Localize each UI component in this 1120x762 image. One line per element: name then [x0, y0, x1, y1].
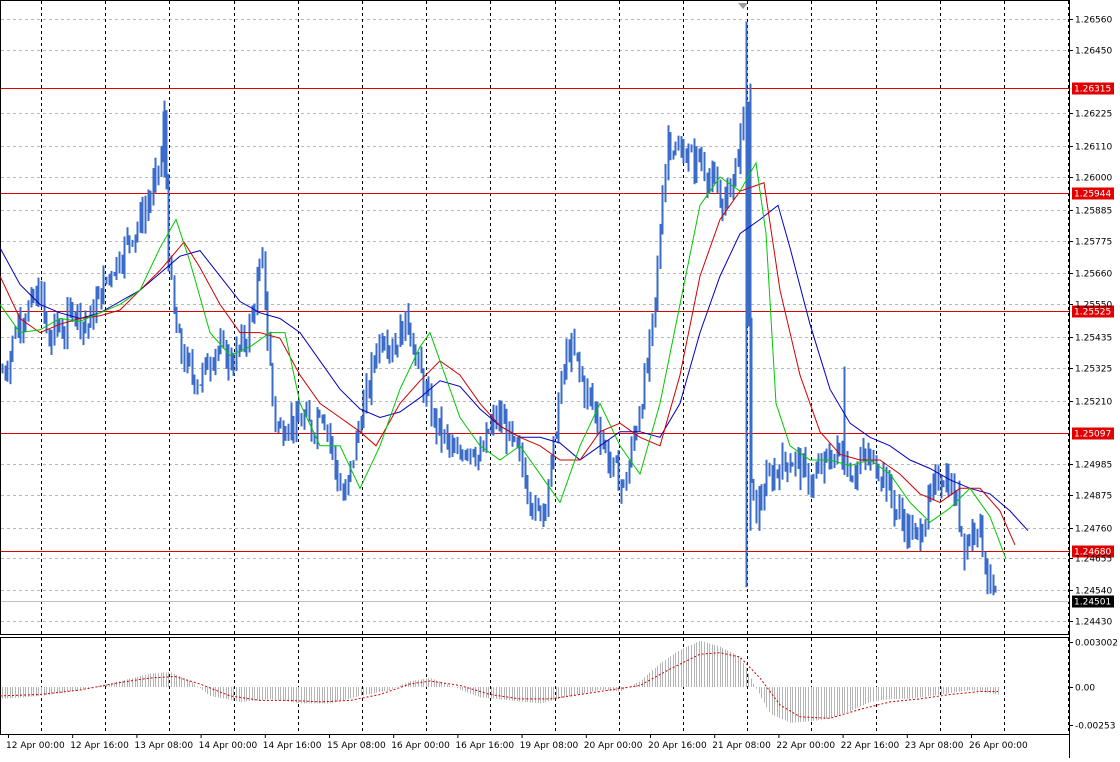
- time-axis-label: 20 Apr 16:00: [648, 741, 707, 751]
- time-axis-label: 22 Apr 16:00: [841, 741, 900, 751]
- price-tick-label: 1.24655: [1075, 555, 1112, 565]
- price-tick-label: 1.25325: [1075, 365, 1112, 375]
- time-axis-label: 21 Apr 08:00: [712, 741, 771, 751]
- price-tick-label: 1.26110: [1075, 143, 1112, 153]
- price-tick-label: 1.25435: [1075, 334, 1112, 344]
- time-axis-label: 13 Apr 08:00: [134, 741, 193, 751]
- oscillator-signal-line: [0, 652, 998, 719]
- time-axis-label: 14 Apr 00:00: [199, 741, 258, 751]
- time-axis-label: 15 Apr 08:00: [327, 741, 386, 751]
- level-price-label: 1.26315: [1074, 85, 1111, 95]
- price-tick-label: 1.24430: [1075, 618, 1112, 628]
- price-tick-label: 1.26000: [1075, 174, 1112, 184]
- price-tick-label: 1.26560: [1075, 16, 1112, 26]
- price-tick-label: 1.24875: [1075, 492, 1112, 502]
- time-axis-label: 12 Apr 16:00: [70, 741, 129, 751]
- moving-average-mid: [0, 182, 1016, 546]
- price-tick-label: 1.24760: [1075, 525, 1112, 535]
- price-tick-label: 1.25210: [1075, 398, 1112, 408]
- price-tick-label: 1.24985: [1075, 461, 1112, 471]
- osc-tick-label: -0.00253: [1075, 722, 1115, 732]
- level-price-label: 1.25097: [1074, 430, 1111, 440]
- time-axis-label: 19 Apr 08:00: [520, 741, 579, 751]
- price-tick-label: 1.25660: [1075, 270, 1112, 280]
- time-axis-label: 14 Apr 16:00: [263, 741, 322, 751]
- current-price-label: 1.24501: [1074, 598, 1111, 608]
- price-tick-label: 1.24540: [1075, 587, 1112, 597]
- price-chart[interactable]: 1.26315 1.25944 1.25525 1.25097 1.24680 1.245…: [0, 0, 1120, 758]
- price-tick-label: 1.26450: [1075, 47, 1112, 57]
- price-tick-label: 1.25885: [1075, 207, 1112, 217]
- time-axis-label: 22 Apr 00:00: [776, 741, 835, 751]
- time-axis-label: 20 Apr 00:00: [584, 741, 643, 751]
- osc-tick-label: 0.00: [1075, 684, 1095, 694]
- level-price-label: 1.25944: [1074, 190, 1111, 200]
- price-tick-label: 1.25550: [1075, 301, 1112, 311]
- time-axis-label: 23 Apr 08:00: [905, 741, 964, 751]
- time-axis-label: 16 Apr 00:00: [391, 741, 450, 751]
- time-axis-label: 26 Apr 00:00: [969, 741, 1028, 751]
- oscillator-pane-frame: [0, 637, 1070, 735]
- scroll-marker-icon: [738, 3, 748, 9]
- time-axis-label: 12 Apr 00:00: [6, 741, 65, 751]
- price-tick-label: 1.26225: [1075, 110, 1112, 120]
- osc-tick-label: 0.003002: [1075, 639, 1118, 649]
- moving-average-fast: [0, 161, 1007, 560]
- price-tick-label: 1.25775: [1075, 238, 1112, 248]
- time-axis-label: 16 Apr 16:00: [455, 741, 514, 751]
